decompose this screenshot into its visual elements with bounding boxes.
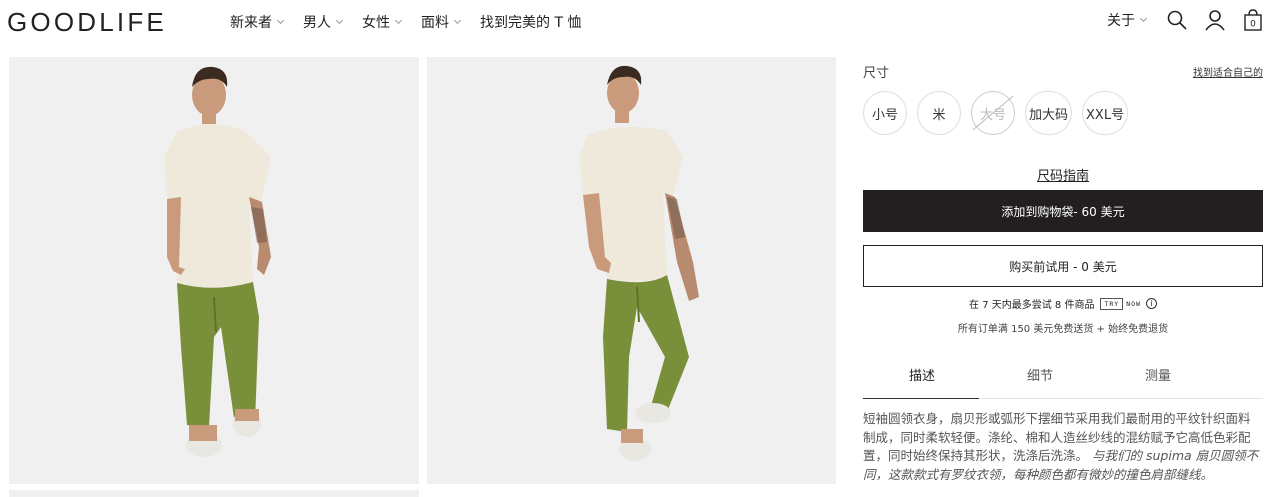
chevron-down-icon	[1139, 14, 1148, 23]
try-now-badge: TRY	[1100, 297, 1124, 310]
size-label: 尺寸	[863, 66, 890, 81]
nav-item-new-arrivals[interactable]: 新来者	[230, 12, 285, 32]
chevron-down-icon	[335, 16, 344, 25]
nav-item-fabrics[interactable]: 面料	[421, 12, 462, 32]
nav-label: 新来者	[230, 15, 272, 31]
model-figure	[164, 66, 271, 457]
product-image-side[interactable]	[427, 57, 836, 484]
nav-item-women[interactable]: 女性	[362, 12, 403, 32]
tab-description[interactable]: 描述	[863, 357, 981, 399]
nav-item-find-tee[interactable]: 找到完美的 T 恤	[480, 12, 581, 32]
chevron-down-icon	[276, 16, 285, 25]
info-icon[interactable]: i	[1145, 298, 1157, 309]
size-option-medium[interactable]: 米	[917, 91, 961, 135]
size-option-small[interactable]: 小号	[863, 91, 907, 135]
nav-label: 面料	[421, 15, 449, 31]
nav-item-about[interactable]: 关于	[1107, 10, 1148, 30]
model-figure	[579, 65, 699, 461]
nav-label: 找到完美的 T 恤	[480, 15, 582, 31]
product-image-front[interactable]	[9, 57, 419, 484]
size-option-xxl[interactable]: XXL号	[1082, 91, 1129, 135]
size-guide-link[interactable]: 尺码指南	[863, 165, 1263, 184]
about-label: 关于	[1107, 13, 1135, 29]
add-to-bag-button[interactable]: 添加到购物袋- 60 美元	[863, 190, 1263, 232]
try-now-badge-now: NOW	[1126, 299, 1141, 308]
try-before-you-buy-button[interactable]: 购买前试用 - 0 美元	[863, 245, 1263, 287]
account-icon[interactable]	[1204, 9, 1226, 31]
tab-details[interactable]: 细节	[981, 357, 1099, 398]
product-description: 短袖圆领衣身，扇贝形或弧形下摆细节采用我们最耐用的平纹针织面料制成，同时柔软轻便…	[863, 410, 1261, 484]
product-info-tabs: 描述 细节 测量	[863, 357, 1263, 399]
cart-icon[interactable]: 0	[1242, 9, 1264, 31]
size-option-xl[interactable]: 加大码	[1025, 91, 1073, 135]
nav-label: 女性	[362, 15, 390, 31]
try-note-text: 在 7 天内最多尝试 8 件商品	[969, 300, 1095, 311]
nav-label: 男人	[303, 15, 331, 31]
size-option-large-unavailable[interactable]: 大号	[971, 91, 1015, 135]
cart-count: 0	[1250, 20, 1256, 30]
logo[interactable]: GOODLIFE	[7, 7, 167, 38]
tab-measurements[interactable]: 测量	[1099, 357, 1217, 398]
header-utilities: 关于 0	[1107, 9, 1268, 31]
try-note: 在 7 天内最多尝试 8 件商品 TRY NOW i	[863, 296, 1263, 311]
nav-item-men[interactable]: 男人	[303, 12, 344, 32]
chevron-down-icon	[453, 16, 462, 25]
product-image-next[interactable]	[9, 490, 419, 497]
shipping-note: 所有订单满 150 美元免费送货 + 始终免费退货	[957, 324, 1169, 335]
main-nav: 新来者 男人 女性 面料 找到完美的 T 恤	[230, 12, 601, 32]
size-selector: 小号 米 大号 加大码 XXL号	[863, 91, 1138, 135]
find-fit-link[interactable]: 找到适合自己的	[1193, 64, 1263, 79]
search-icon[interactable]	[1166, 9, 1188, 31]
chevron-down-icon	[394, 16, 403, 25]
site-header: GOODLIFE 新来者 男人 女性 面料 找到完美的 T 恤 关于 0	[0, 0, 1268, 44]
